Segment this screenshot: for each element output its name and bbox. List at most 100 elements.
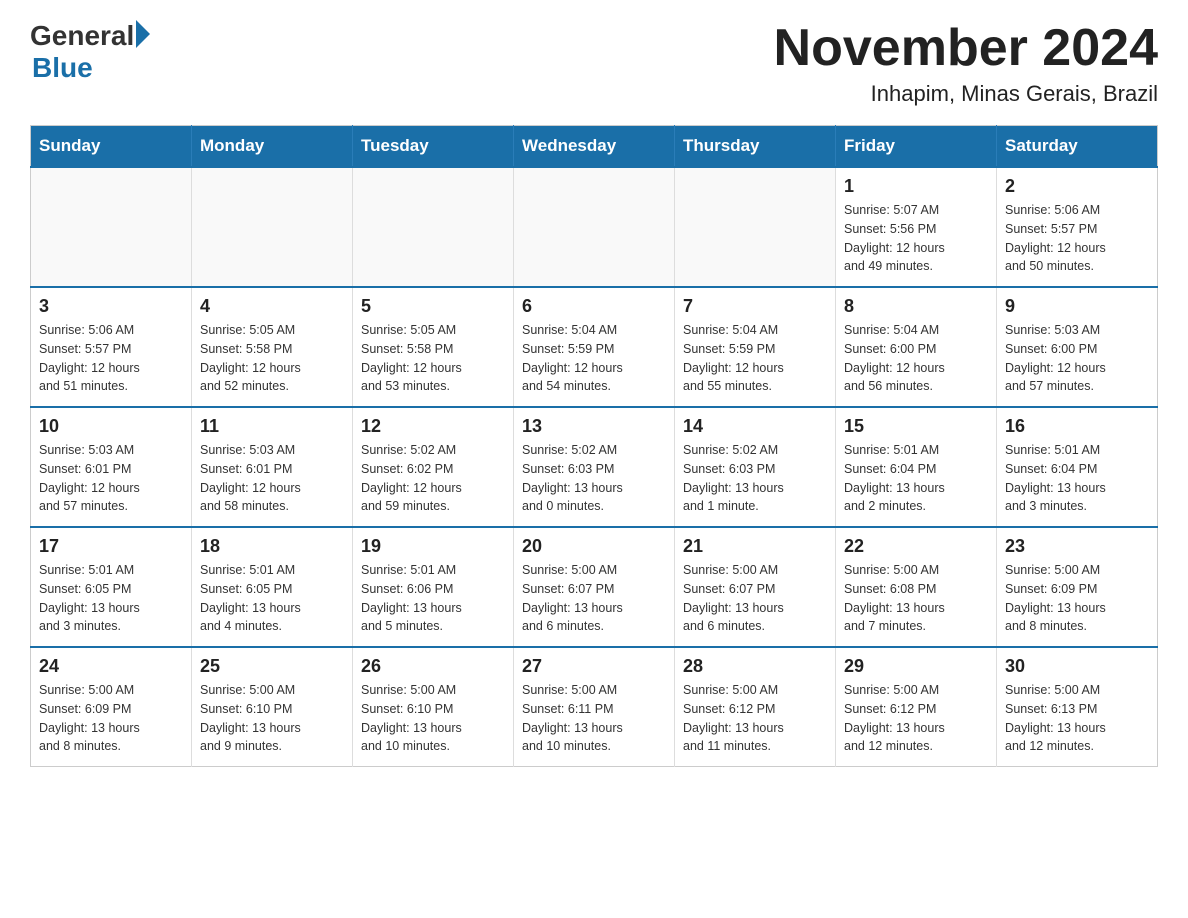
- weekday-header-tuesday: Tuesday: [353, 126, 514, 168]
- calendar-cell: [675, 167, 836, 287]
- day-number: 5: [361, 296, 505, 317]
- day-number: 11: [200, 416, 344, 437]
- weekday-header-thursday: Thursday: [675, 126, 836, 168]
- calendar-cell: 29 Sunrise: 5:00 AMSunset: 6:12 PMDayligh…: [836, 647, 997, 767]
- weekday-header-saturday: Saturday: [997, 126, 1158, 168]
- day-info: Sunrise: 5:05 AMSunset: 5:58 PMDaylight:…: [200, 321, 344, 396]
- calendar-cell: 25 Sunrise: 5:00 AMSunset: 6:10 PMDayligh…: [192, 647, 353, 767]
- logo: General Blue: [30, 20, 150, 84]
- calendar-cell: 27 Sunrise: 5:00 AMSunset: 6:11 PMDayligh…: [514, 647, 675, 767]
- calendar-header: SundayMondayTuesdayWednesdayThursdayFrid…: [31, 126, 1158, 168]
- calendar-body: 1Sunrise: 5:07 AMSunset: 5:56 PMDaylight…: [31, 167, 1158, 767]
- day-info: Sunrise: 5:01 AMSunset: 6:04 PMDaylight:…: [1005, 441, 1149, 516]
- calendar-cell: 2Sunrise: 5:06 AMSunset: 5:57 PMDaylight…: [997, 167, 1158, 287]
- calendar-week-row: 24 Sunrise: 5:00 AMSunset: 6:09 PMDayligh…: [31, 647, 1158, 767]
- day-number: 26: [361, 656, 505, 677]
- day-info: Sunrise: 5:07 AMSunset: 5:56 PMDaylight:…: [844, 201, 988, 276]
- day-info: Sunrise: 5:00 AMSunset: 6:10 PMDaylight:…: [361, 681, 505, 756]
- calendar-cell: 23 Sunrise: 5:00 AMSunset: 6:09 PMDayligh…: [997, 527, 1158, 647]
- calendar-title: November 2024: [774, 20, 1158, 77]
- day-number: 23: [1005, 536, 1149, 557]
- day-number: 4: [200, 296, 344, 317]
- day-number: 9: [1005, 296, 1149, 317]
- title-block: November 2024 Inhapim, Minas Gerais, Bra…: [774, 20, 1158, 107]
- day-info: Sunrise: 5:04 AMSunset: 6:00 PMDaylight:…: [844, 321, 988, 396]
- day-number: 22: [844, 536, 988, 557]
- day-info: Sunrise: 5:00 AMSunset: 6:12 PMDaylight:…: [844, 681, 988, 756]
- day-info: Sunrise: 5:01 AMSunset: 6:04 PMDaylight:…: [844, 441, 988, 516]
- day-info: Sunrise: 5:02 AMSunset: 6:03 PMDaylight:…: [683, 441, 827, 516]
- day-number: 7: [683, 296, 827, 317]
- day-info: Sunrise: 5:00 AMSunset: 6:11 PMDaylight:…: [522, 681, 666, 756]
- day-info: Sunrise: 5:01 AMSunset: 6:05 PMDaylight:…: [39, 561, 183, 636]
- calendar-cell: 5 Sunrise: 5:05 AMSunset: 5:58 PMDaylight…: [353, 287, 514, 407]
- day-number: 10: [39, 416, 183, 437]
- calendar-cell: [353, 167, 514, 287]
- calendar-week-row: 1Sunrise: 5:07 AMSunset: 5:56 PMDaylight…: [31, 167, 1158, 287]
- day-number: 19: [361, 536, 505, 557]
- day-info: Sunrise: 5:00 AMSunset: 6:07 PMDaylight:…: [683, 561, 827, 636]
- calendar-cell: 9 Sunrise: 5:03 AMSunset: 6:00 PMDaylight…: [997, 287, 1158, 407]
- day-number: 20: [522, 536, 666, 557]
- calendar-cell: [514, 167, 675, 287]
- calendar-cell: 15 Sunrise: 5:01 AMSunset: 6:04 PMDayligh…: [836, 407, 997, 527]
- day-number: 21: [683, 536, 827, 557]
- calendar-cell: 17Sunrise: 5:01 AMSunset: 6:05 PMDayligh…: [31, 527, 192, 647]
- logo-blue-text: Blue: [32, 52, 93, 84]
- calendar-cell: 22 Sunrise: 5:00 AMSunset: 6:08 PMDayligh…: [836, 527, 997, 647]
- day-info: Sunrise: 5:00 AMSunset: 6:08 PMDaylight:…: [844, 561, 988, 636]
- day-number: 13: [522, 416, 666, 437]
- calendar-week-row: 17Sunrise: 5:01 AMSunset: 6:05 PMDayligh…: [31, 527, 1158, 647]
- day-info: Sunrise: 5:00 AMSunset: 6:09 PMDaylight:…: [1005, 561, 1149, 636]
- day-info: Sunrise: 5:03 AMSunset: 6:00 PMDaylight:…: [1005, 321, 1149, 396]
- day-info: Sunrise: 5:01 AMSunset: 6:06 PMDaylight:…: [361, 561, 505, 636]
- day-number: 2: [1005, 176, 1149, 197]
- weekday-header-friday: Friday: [836, 126, 997, 168]
- logo-general-text: General: [30, 20, 134, 52]
- calendar-cell: 24 Sunrise: 5:00 AMSunset: 6:09 PMDayligh…: [31, 647, 192, 767]
- day-info: Sunrise: 5:00 AMSunset: 6:09 PMDaylight:…: [39, 681, 183, 756]
- day-number: 28: [683, 656, 827, 677]
- calendar-week-row: 3Sunrise: 5:06 AMSunset: 5:57 PMDaylight…: [31, 287, 1158, 407]
- calendar-cell: 19 Sunrise: 5:01 AMSunset: 6:06 PMDayligh…: [353, 527, 514, 647]
- day-info: Sunrise: 5:02 AMSunset: 6:03 PMDaylight:…: [522, 441, 666, 516]
- day-number: 24: [39, 656, 183, 677]
- calendar-cell: 13 Sunrise: 5:02 AMSunset: 6:03 PMDayligh…: [514, 407, 675, 527]
- calendar-cell: 21 Sunrise: 5:00 AMSunset: 6:07 PMDayligh…: [675, 527, 836, 647]
- calendar-cell: 4 Sunrise: 5:05 AMSunset: 5:58 PMDaylight…: [192, 287, 353, 407]
- weekday-header-wednesday: Wednesday: [514, 126, 675, 168]
- day-info: Sunrise: 5:00 AMSunset: 6:07 PMDaylight:…: [522, 561, 666, 636]
- day-info: Sunrise: 5:05 AMSunset: 5:58 PMDaylight:…: [361, 321, 505, 396]
- calendar-cell: 20 Sunrise: 5:00 AMSunset: 6:07 PMDayligh…: [514, 527, 675, 647]
- day-info: Sunrise: 5:00 AMSunset: 6:10 PMDaylight:…: [200, 681, 344, 756]
- calendar-cell: 10 Sunrise: 5:03 AMSunset: 6:01 PMDayligh…: [31, 407, 192, 527]
- calendar-cell: 26 Sunrise: 5:00 AMSunset: 6:10 PMDayligh…: [353, 647, 514, 767]
- day-number: 25: [200, 656, 344, 677]
- day-info: Sunrise: 5:00 AMSunset: 6:12 PMDaylight:…: [683, 681, 827, 756]
- day-number: 18: [200, 536, 344, 557]
- weekday-header-sunday: Sunday: [31, 126, 192, 168]
- day-info: Sunrise: 5:04 AMSunset: 5:59 PMDaylight:…: [522, 321, 666, 396]
- calendar-cell: 8 Sunrise: 5:04 AMSunset: 6:00 PMDaylight…: [836, 287, 997, 407]
- day-number: 27: [522, 656, 666, 677]
- day-number: 14: [683, 416, 827, 437]
- calendar-cell: 1Sunrise: 5:07 AMSunset: 5:56 PMDaylight…: [836, 167, 997, 287]
- day-number: 15: [844, 416, 988, 437]
- day-info: Sunrise: 5:02 AMSunset: 6:02 PMDaylight:…: [361, 441, 505, 516]
- weekday-header-row: SundayMondayTuesdayWednesdayThursdayFrid…: [31, 126, 1158, 168]
- calendar-cell: 18Sunrise: 5:01 AMSunset: 6:05 PMDayligh…: [192, 527, 353, 647]
- calendar-cell: [31, 167, 192, 287]
- day-number: 8: [844, 296, 988, 317]
- calendar-cell: 14 Sunrise: 5:02 AMSunset: 6:03 PMDayligh…: [675, 407, 836, 527]
- day-number: 3: [39, 296, 183, 317]
- day-number: 30: [1005, 656, 1149, 677]
- day-info: Sunrise: 5:03 AMSunset: 6:01 PMDaylight:…: [39, 441, 183, 516]
- calendar-cell: 3Sunrise: 5:06 AMSunset: 5:57 PMDaylight…: [31, 287, 192, 407]
- calendar-cell: 11Sunrise: 5:03 AMSunset: 6:01 PMDayligh…: [192, 407, 353, 527]
- day-number: 29: [844, 656, 988, 677]
- calendar-table: SundayMondayTuesdayWednesdayThursdayFrid…: [30, 125, 1158, 767]
- weekday-header-monday: Monday: [192, 126, 353, 168]
- calendar-cell: 6Sunrise: 5:04 AMSunset: 5:59 PMDaylight…: [514, 287, 675, 407]
- header: General Blue November 2024 Inhapim, Mina…: [30, 20, 1158, 107]
- calendar-subtitle: Inhapim, Minas Gerais, Brazil: [774, 81, 1158, 107]
